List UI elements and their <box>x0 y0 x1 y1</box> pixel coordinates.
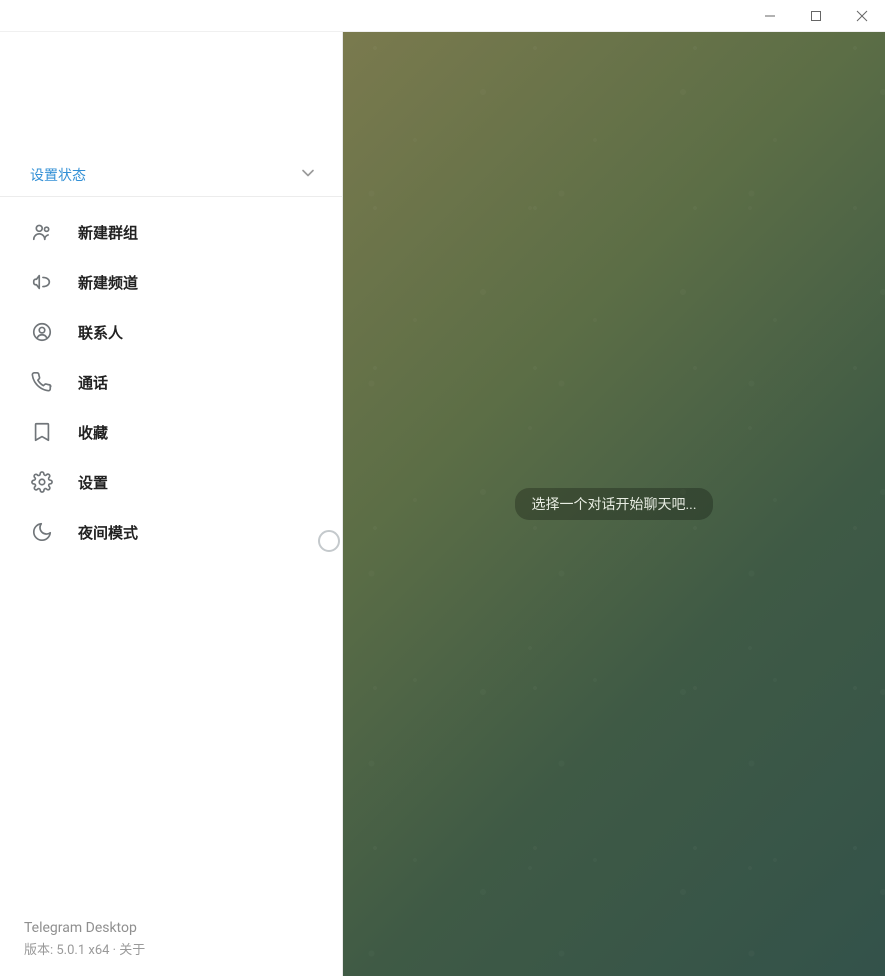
menu-item-night-mode[interactable]: 夜间模式 <box>0 507 342 557</box>
window-minimize-button[interactable] <box>747 0 793 32</box>
bookmark-icon <box>30 420 54 444</box>
menu-label-night-mode: 夜间模式 <box>78 522 138 543</box>
close-icon <box>856 10 868 22</box>
chevron-down-icon <box>298 163 318 187</box>
menu-item-contacts[interactable]: 联系人 <box>0 307 342 357</box>
app-name: Telegram Desktop <box>24 917 342 939</box>
sidebar: 设置状态 新建群组 新建频道 <box>0 32 343 976</box>
menu-label-new-channel: 新建频道 <box>78 272 138 293</box>
menu-list: 新建群组 新建频道 联系人 <box>0 197 342 557</box>
version-line: 版本: 5.0.1 x64 · 关于 <box>24 939 342 958</box>
window-titlebar <box>0 0 885 32</box>
empty-chat-prompt: 选择一个对话开始聊天吧... <box>515 488 712 520</box>
window-maximize-button[interactable] <box>793 0 839 32</box>
menu-item-calls[interactable]: 通话 <box>0 357 342 407</box>
gear-icon <box>30 470 54 494</box>
toggle-knob <box>318 530 340 552</box>
sidebar-footer: Telegram Desktop 版本: 5.0.1 x64 · 关于 <box>0 917 342 976</box>
user-icon <box>30 320 54 344</box>
menu-label-new-group: 新建群组 <box>78 222 138 243</box>
chat-area: 选择一个对话开始聊天吧... <box>343 32 885 976</box>
set-status-label: 设置状态 <box>30 165 86 185</box>
version-separator: · <box>109 943 119 958</box>
version-value: 5.0.1 x64 <box>56 943 109 958</box>
about-link[interactable]: 关于 <box>119 943 145 958</box>
set-status-row[interactable]: 设置状态 <box>0 154 342 197</box>
minimize-icon <box>764 10 776 22</box>
phone-icon <box>30 370 54 394</box>
menu-item-settings[interactable]: 设置 <box>0 457 342 507</box>
menu-item-new-channel[interactable]: 新建频道 <box>0 257 342 307</box>
menu-label-saved: 收藏 <box>78 422 108 443</box>
menu-label-calls: 通话 <box>78 372 108 393</box>
moon-icon <box>30 520 54 544</box>
megaphone-icon <box>30 270 54 294</box>
menu-label-contacts: 联系人 <box>78 322 123 343</box>
version-prefix: 版本: <box>24 943 56 958</box>
menu-label-settings: 设置 <box>78 472 108 493</box>
maximize-icon <box>810 10 822 22</box>
people-icon <box>30 220 54 244</box>
menu-item-new-group[interactable]: 新建群组 <box>0 207 342 257</box>
profile-area <box>0 32 342 154</box>
menu-item-saved[interactable]: 收藏 <box>0 407 342 457</box>
window-close-button[interactable] <box>839 0 885 32</box>
